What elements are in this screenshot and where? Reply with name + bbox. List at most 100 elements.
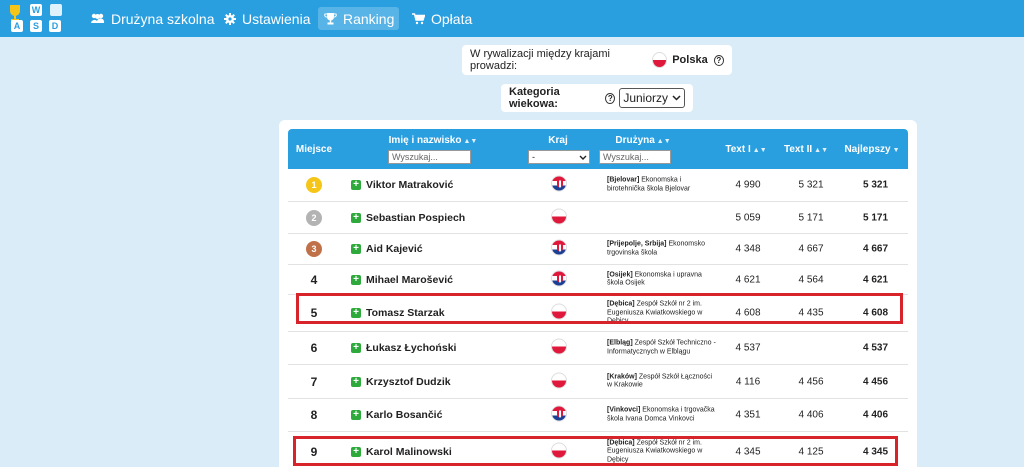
nav-settings[interactable]: Ustawienia — [218, 7, 316, 30]
header-rank[interactable]: Miejsce — [288, 144, 340, 155]
expand-plus-icon[interactable]: + — [351, 376, 361, 387]
expand-plus-icon[interactable]: + — [351, 410, 361, 420]
nav-payment-label: Opłata — [431, 10, 473, 27]
rank-number: 3 — [311, 244, 317, 254]
chevron-down-icon — [672, 95, 681, 101]
highlight-box — [296, 293, 903, 324]
best-score: 4 406 — [862, 409, 889, 421]
table-row[interactable]: 7 + Krzysztof Dudzik [Kraków] Zespół Szkół … — [288, 365, 908, 399]
team-city: [Prijepolje, Srbija] — [607, 240, 667, 248]
highlight-box — [293, 436, 898, 466]
chevron-down-icon — [579, 155, 587, 160]
sort-icon: ▲▼ — [656, 138, 671, 145]
text1-score: 4 348 — [735, 243, 761, 255]
header-name[interactable]: Imię i nazwisko ▲▼ — [383, 135, 483, 146]
player-name: Sebastian Pospiech — [366, 211, 466, 224]
country-leader-name: Polska — [672, 54, 708, 66]
text1-score: 4 621 — [735, 274, 761, 285]
team-name: [Kraków] Zespół Szkół Łączności w Krakow… — [607, 373, 717, 390]
wasd-logo[interactable]: W A S D — [6, 2, 68, 34]
best-score: 4 537 — [862, 342, 889, 354]
table-row[interactable]: 2 + Sebastian Pospiech 5 059 5 171 5 171 — [288, 202, 908, 234]
team-city: [Vinkovci] — [607, 406, 641, 414]
country-select[interactable]: - — [528, 150, 590, 164]
nav-ranking-label: Ranking — [343, 10, 395, 27]
rank-number: 8 — [310, 408, 318, 422]
sort-icon: ▲▼ — [814, 147, 828, 154]
header-best[interactable]: Najlepszy ▼ — [840, 144, 904, 155]
team-name: [Prijepolje, Srbija] Ekonomsko trgovinsk… — [607, 241, 717, 258]
rank-number: 2 — [311, 212, 317, 223]
nav-settings-label: Ustawienia — [242, 10, 311, 27]
table-header: Miejsce Imię i nazwisko ▲▼ Wyszukaj... Kr… — [288, 129, 908, 169]
team-city: [Osijek] — [607, 271, 633, 278]
text2-score: 4 406 — [798, 409, 824, 421]
help-icon[interactable]: ? — [713, 54, 724, 66]
users-icon — [90, 13, 105, 24]
croatia-flag-icon — [551, 175, 567, 192]
country-flag — [551, 372, 567, 391]
poland-flag-icon — [551, 338, 567, 355]
expand-plus-icon[interactable]: + — [351, 180, 361, 190]
silver-medal-icon: 2 — [306, 209, 322, 226]
poland-flag-icon — [551, 372, 567, 388]
team-name: [Osijek] Ekonomska i upravna škola Osije… — [607, 271, 717, 288]
best-score: 4 621 — [862, 274, 889, 285]
logo-letter-s: S — [33, 21, 39, 31]
country-flag — [551, 208, 567, 227]
expand-plus-icon[interactable]: + — [351, 212, 361, 223]
team-name: [Elbląg] Zespół Szkół Techniczno - Infor… — [607, 340, 717, 357]
best-score: 5 321 — [862, 179, 889, 191]
expand-plus-icon[interactable]: + — [351, 343, 361, 353]
sort-icon: ▲▼ — [463, 138, 478, 145]
trophy-icon — [324, 12, 337, 25]
text2-score: 5 171 — [798, 212, 824, 223]
header-text1[interactable]: Text I ▲▼ — [721, 144, 771, 155]
expand-plus-icon[interactable]: + — [351, 274, 361, 285]
poland-flag-icon — [551, 208, 567, 224]
rank-cell: 3 — [288, 241, 340, 257]
header-text2[interactable]: Text II ▲▼ — [778, 144, 834, 155]
rank-cell: 1 — [288, 177, 340, 193]
gear-icon — [224, 12, 236, 25]
text1-score: 4 351 — [735, 409, 761, 421]
rank-number: 1 — [311, 180, 317, 190]
nav-ranking[interactable]: Ranking — [318, 7, 399, 30]
expand-plus-icon[interactable]: + — [351, 244, 361, 254]
croatia-flag-icon — [551, 270, 567, 286]
help-icon[interactable]: ? — [605, 92, 616, 104]
table-row[interactable]: 1 + Viktor Matraković [Bjelovar] Ekonomska … — [288, 169, 908, 202]
name-search-input[interactable]: Wyszukaj... — [388, 150, 471, 164]
text1-score: 4 116 — [735, 376, 761, 387]
text2-score: 4 456 — [798, 376, 824, 387]
table-row[interactable]: 8 + Karlo Bosančić [Vinkovci] Ekonomska i t… — [288, 399, 908, 432]
nav-school-team-label: Drużyna szkolna — [111, 10, 215, 27]
team-city: [Elbląg] — [607, 339, 633, 347]
text2-score: 4 667 — [798, 243, 824, 255]
rank-number: 7 — [310, 374, 318, 389]
rank-number: 6 — [310, 341, 318, 355]
team-name: [Bjelovar] Ekonomska i birotehnička škol… — [607, 177, 717, 194]
team-search-input[interactable]: Wyszukaj... — [599, 150, 671, 164]
top-nav: W A S D Drużyna szkolna Ustawienia Ranki… — [0, 0, 1024, 37]
table-row[interactable]: 6 + Łukasz Łychoński [Elbląg] Zespół Szkół … — [288, 332, 908, 365]
nav-payment[interactable]: Opłata — [406, 7, 478, 30]
text1-score: 4 990 — [735, 179, 761, 191]
table-row[interactable]: 4 + Mihael Marošević [Osijek] Ekonomska i u… — [288, 265, 908, 295]
team-name: [Vinkovci] Ekonomska i trgovačka škola I… — [607, 407, 717, 424]
nav-school-team[interactable]: Drużyna szkolna — [84, 7, 221, 30]
header-country: Kraj — [548, 135, 568, 146]
table-row[interactable]: 3 + Aid Kajević [Prijepolje, Srbija] Ekonom… — [288, 234, 908, 265]
country-flag — [551, 338, 567, 358]
team-city: [Kraków] — [607, 373, 637, 380]
best-score: 5 171 — [862, 212, 889, 223]
logo-letter-w: W — [32, 5, 41, 15]
header-team[interactable]: Drużyna ▲▼ — [608, 135, 678, 146]
country-leader-label: W rywalizacji między krajami prowadzi: — [470, 48, 610, 72]
sort-desc-icon: ▼ — [892, 147, 900, 154]
best-score: 4 456 — [862, 376, 889, 387]
age-category-select[interactable]: Juniorzy — [619, 88, 685, 108]
country-leader-info: W rywalizacji między krajami prowadzi: P… — [462, 45, 732, 75]
header-name-label: Imię i nazwisko — [388, 135, 462, 146]
header-text1-label: Text I — [725, 144, 751, 155]
